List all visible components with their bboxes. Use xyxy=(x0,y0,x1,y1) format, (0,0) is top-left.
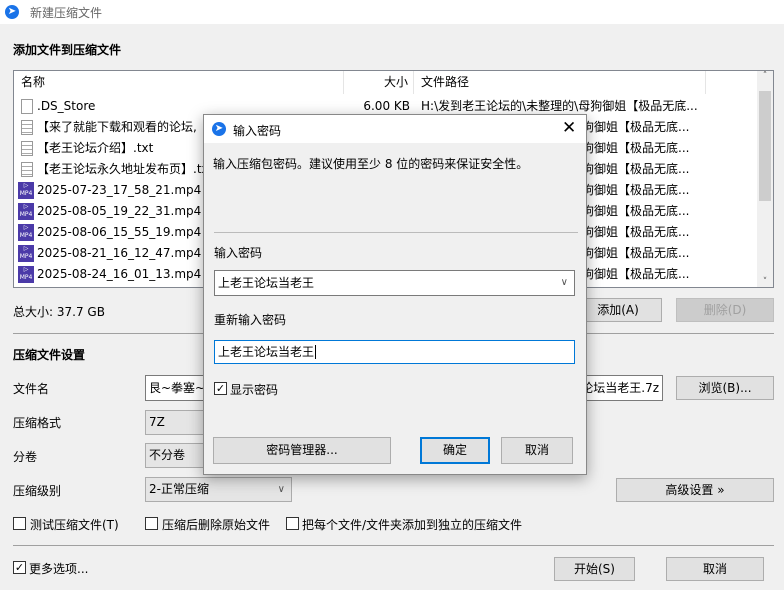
file-path: 母狗御姐【极品无底... xyxy=(570,225,690,239)
browse-button[interactable]: 浏览(B)... xyxy=(676,376,774,400)
file-name: .DS_Store xyxy=(37,99,96,113)
dialog-cancel-button[interactable]: 取消 xyxy=(501,437,573,464)
password-dialog: ➤ 输入密码 ✕ 输入压缩包密码。建议使用至少 8 位的密码来保证安全性。 输入… xyxy=(203,114,587,475)
settings-label: 压缩文件设置 xyxy=(13,348,86,362)
app-icon: ➤ xyxy=(5,5,19,19)
chevron-down-icon[interactable]: ∨ xyxy=(561,271,568,295)
column-size[interactable]: 大小 xyxy=(344,71,414,94)
file-path: 母狗御姐【极品无底... xyxy=(570,246,690,260)
level-label: 压缩级别 xyxy=(13,484,62,498)
confirm-password-input[interactable]: 上老王论坛当老王 xyxy=(214,340,575,364)
file-path: 母狗御姐【极品无底... xyxy=(570,183,690,197)
volume-label: 分卷 xyxy=(13,450,38,464)
dialog-title: 输入密码 xyxy=(233,124,282,138)
app-icon: ➤ xyxy=(212,122,226,136)
password-label: 输入密码 xyxy=(214,246,263,260)
filename-label: 文件名 xyxy=(13,382,50,396)
file-icon xyxy=(21,99,33,114)
level-value: 2-正常压缩 xyxy=(149,482,209,496)
scrollbar[interactable]: ˄ ˅ xyxy=(757,71,773,287)
start-button[interactable]: 开始(S) xyxy=(554,557,635,581)
file-name: 2025-07-23_17_58_21.mp4 xyxy=(37,183,202,197)
file-path: 母狗御姐【极品无底... xyxy=(570,120,690,134)
delete-button[interactable]: 删除(D) xyxy=(676,298,774,322)
delete-after-checkbox[interactable] xyxy=(145,517,158,530)
text-file-icon xyxy=(21,120,33,135)
more-options-label[interactable]: 更多选项... xyxy=(29,560,88,577)
test-archive-label[interactable]: 测试压缩文件(T) xyxy=(30,516,119,533)
cancel-button[interactable]: 取消 xyxy=(666,557,764,581)
file-name: 【老王论坛介绍】.txt xyxy=(37,141,154,155)
window-title: 新建压缩文件 xyxy=(30,6,103,20)
show-password-label[interactable]: 显示密码 xyxy=(230,381,278,398)
file-name: 【来了就能下载和观看的论坛, xyxy=(37,120,197,134)
delete-after-label[interactable]: 压缩后删除原始文件 xyxy=(162,516,270,533)
file-path: 母狗御姐【极品无底... xyxy=(570,204,690,218)
file-name: 2025-08-05_19_22_31.mp4 xyxy=(37,204,202,218)
file-name: 2025-08-24_16_01_13.mp4 xyxy=(37,267,202,281)
scroll-thumb[interactable] xyxy=(759,91,771,201)
file-name: 2025-08-21_16_12_47.mp4 xyxy=(37,246,202,260)
divider xyxy=(13,545,774,546)
divider xyxy=(214,232,578,233)
format-label: 压缩格式 xyxy=(13,416,62,430)
text-file-icon xyxy=(21,141,33,156)
password-value: 上老王论坛当老王 xyxy=(218,276,315,290)
column-name[interactable]: 名称 xyxy=(14,71,344,94)
file-path: 母狗御姐【极品无底... xyxy=(570,267,690,281)
password-manager-button[interactable]: 密码管理器... xyxy=(213,437,391,464)
mp4-icon: ▷ MP4 xyxy=(18,266,34,283)
file-name: 2025-08-06_15_55_19.mp4 xyxy=(37,225,202,239)
title-bar: ➤ 新建压缩文件 xyxy=(0,0,784,24)
file-path: 母狗御姐【极品无底... xyxy=(570,162,690,176)
dialog-hint: 输入压缩包密码。建议使用至少 8 位的密码来保证安全性。 xyxy=(213,157,529,171)
file-path: 母狗御姐【极品无底... xyxy=(570,141,690,155)
password-combo[interactable]: 上老王论坛当老王 ∨ xyxy=(214,270,575,296)
advanced-settings-button[interactable]: 高级设置 » xyxy=(616,478,774,502)
ok-button[interactable]: 确定 xyxy=(420,437,490,464)
dialog-title-bar: ➤ 输入密码 ✕ xyxy=(204,115,586,143)
show-password-checkbox[interactable]: ✓ xyxy=(214,382,227,395)
add-button[interactable]: 添加(A) xyxy=(574,298,662,322)
mp4-icon: ▷ MP4 xyxy=(18,182,34,199)
close-icon[interactable]: ✕ xyxy=(562,118,576,138)
level-select[interactable]: 2-正常压缩 ∨ xyxy=(145,477,292,502)
filename-text-end: 论坛当老王.7z xyxy=(581,381,659,395)
mp4-icon: ▷ MP4 xyxy=(18,245,34,262)
file-name: 【老王论坛永久地址发布页】.tx xyxy=(37,162,209,176)
mp4-icon: ▷ MP4 xyxy=(18,203,34,220)
column-path[interactable]: 文件路径 xyxy=(414,71,706,94)
total-size: 总大小: 37.7 GB xyxy=(13,305,105,319)
scroll-up-icon[interactable]: ˄ xyxy=(757,71,773,81)
chevron-down-icon: ∨ xyxy=(277,484,285,495)
add-section-label: 添加文件到压缩文件 xyxy=(13,43,122,57)
text-file-icon xyxy=(21,162,33,177)
confirm-password-label: 重新输入密码 xyxy=(214,313,287,327)
mp4-icon: ▷ MP4 xyxy=(18,224,34,241)
scroll-down-icon[interactable]: ˅ xyxy=(757,277,773,287)
more-options-checkbox[interactable]: ✓ xyxy=(13,561,26,574)
test-archive-checkbox[interactable] xyxy=(13,517,26,530)
confirm-password-value: 上老王论坛当老王 xyxy=(218,345,317,359)
separate-archives-checkbox[interactable] xyxy=(286,517,299,530)
separate-archives-label[interactable]: 把每个文件/文件夹添加到独立的压缩文件 xyxy=(302,516,522,533)
